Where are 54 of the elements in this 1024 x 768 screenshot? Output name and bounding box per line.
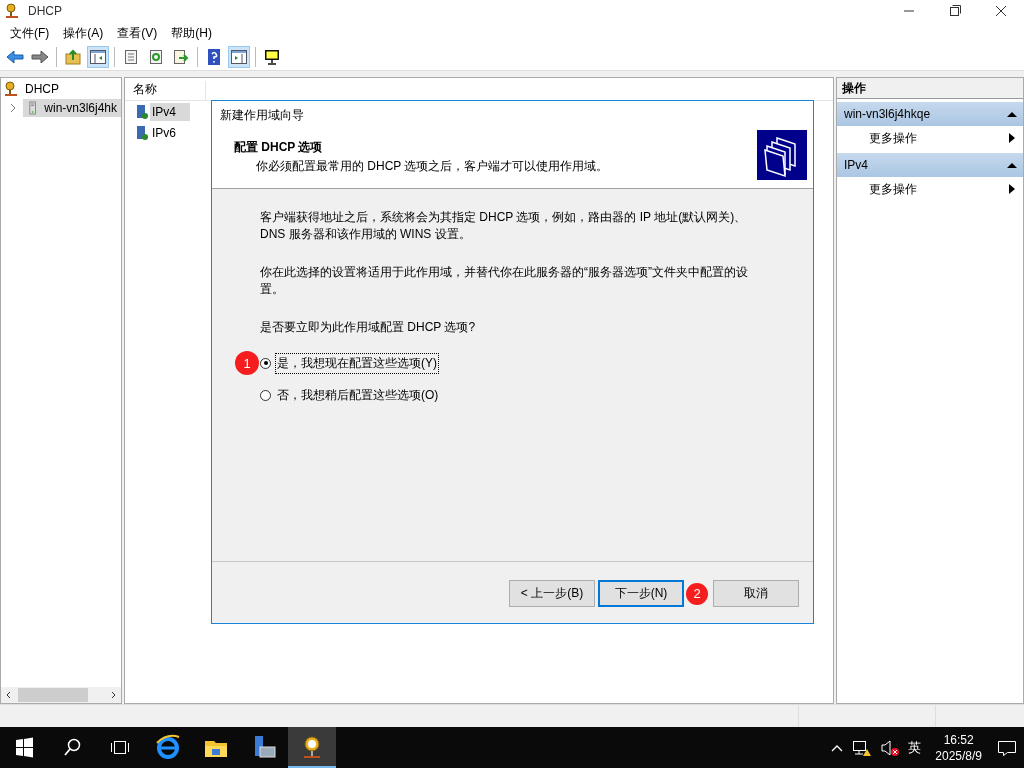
monitor-icon: [263, 48, 281, 66]
network-icon: [135, 124, 149, 141]
step-marker: 1: [235, 351, 259, 375]
export-icon: [172, 48, 190, 66]
horizontal-scrollbar[interactable]: [1, 687, 121, 703]
menu-item[interactable]: 操作(A): [57, 22, 112, 44]
dialog-button[interactable]: 取消: [713, 579, 799, 607]
menu-item[interactable]: 文件(F): [4, 22, 58, 44]
tree-item[interactable]: DHCP: [3, 80, 121, 98]
properties-icon: [122, 48, 140, 66]
network-warning-icon[interactable]: [852, 738, 873, 757]
wizard-subheading: 你必须配置最常用的 DHCP 选项之后，客户端才可以使用作用域。: [255, 158, 609, 175]
radio-option[interactable]: 否，我想稍后配置这些选项(O): [260, 384, 441, 406]
dhcp-icon: [4, 3, 20, 19]
network-icon: [135, 103, 149, 120]
server-icon: [27, 100, 39, 116]
forward-icon: [31, 48, 49, 66]
collapse-arrow-icon[interactable]: [1007, 161, 1017, 169]
action-item[interactable]: 更多操作: [837, 126, 1023, 150]
wizard-heading: 配置 DHCP 选项: [234, 139, 324, 156]
dialog-button[interactable]: 下一步(N): [598, 579, 684, 607]
taskbar-dhcp-button[interactable]: [288, 727, 336, 768]
paragraph: 你在此选择的设置将适用于此作用域，并替代你在此服务器的“服务器选项”文件夹中配置的设置。: [260, 264, 749, 298]
menu-item[interactable]: 帮助(H): [165, 22, 220, 44]
refresh-icon: [147, 48, 165, 66]
help-icon: [205, 48, 223, 66]
column-header[interactable]: 名称: [125, 81, 206, 100]
section-header[interactable]: win-vn3l6j4hkqe: [837, 102, 1023, 126]
step-marker: 2: [686, 582, 708, 605]
menu-item[interactable]: 查看(V): [111, 22, 166, 44]
collapse-arrow-icon[interactable]: [1007, 110, 1017, 118]
speaker-muted-icon[interactable]: [880, 738, 901, 757]
clock-time[interactable]: 16:52: [943, 731, 974, 748]
folders-icon: [757, 130, 807, 180]
paragraph: 是否要立即为此作用域配置 DHCP 选项?: [260, 319, 477, 336]
action-item[interactable]: 更多操作: [837, 177, 1023, 201]
submenu-arrow-icon: [1009, 184, 1015, 194]
paragraph: 客户端获得地址之后，系统将会为其指定 DHCP 选项，例如，路由器的 IP 地址(默认网关)、DNS 服务器和该作用域的 WINS 设置。: [260, 209, 748, 243]
dialog-button[interactable]: < 上一步(B): [509, 579, 595, 607]
list-item[interactable]: IPv4: [150, 102, 190, 121]
back-icon: [6, 48, 24, 66]
expand-icon[interactable]: [9, 103, 17, 113]
notification-icon[interactable]: [996, 738, 1018, 757]
up-icon: [64, 48, 82, 66]
dialog-title: 新建作用域向导: [220, 107, 305, 124]
tree-item[interactable]: win-vn3l6j4hk: [23, 99, 121, 117]
dhcp-icon: [3, 81, 19, 97]
pane-title: 操作: [837, 78, 1023, 99]
list-item[interactable]: IPv6: [150, 123, 190, 142]
window-title: DHCP: [28, 4, 62, 18]
clock-date[interactable]: 2025/8/9: [935, 747, 982, 764]
input-method-indicator[interactable]: 英: [908, 738, 922, 757]
section-header[interactable]: IPv4: [837, 153, 1023, 177]
submenu-arrow-icon: [1009, 133, 1015, 143]
